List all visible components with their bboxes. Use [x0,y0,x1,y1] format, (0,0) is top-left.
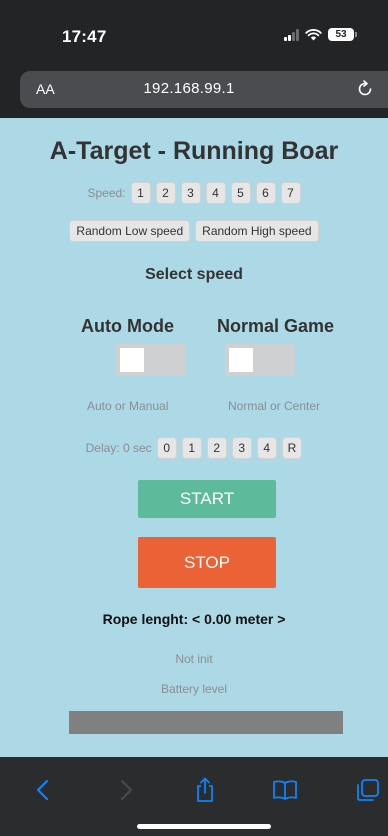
url-bar[interactable]: AA 192.168.99.1 [20,71,388,108]
speed-button-1[interactable]: 1 [130,182,151,204]
init-status: Not init [175,652,213,666]
page-title: A-Target - Running Boar [49,137,339,165]
normal-game-sub: Normal or Center [228,399,321,413]
status-time: 17:47 [62,27,107,46]
toggle-knob [120,348,144,372]
status-indicators: 53 [284,28,357,41]
auto-mode-sub: Auto or Manual [87,399,169,413]
bookmarks-icon[interactable] [272,777,298,803]
speed-label: Speed: [87,186,126,200]
speed-button-5[interactable]: 5 [230,182,251,204]
speed-row: Speed: 1 2 3 4 5 6 7 [0,182,388,204]
random-speed-row: Random Low speed Random High speed [0,220,388,242]
toggle-knob [229,348,253,372]
speed-button-4[interactable]: 4 [205,182,226,204]
battery-level-bar [69,711,343,734]
speed-button-6[interactable]: 6 [255,182,276,204]
share-icon[interactable] [192,777,218,803]
random-low-speed-button[interactable]: Random Low speed [69,220,191,242]
auto-mode-toggle[interactable] [116,344,186,376]
cellular-signal-icon [284,28,299,41]
normal-game-label: Normal Game [217,316,335,336]
forward-icon[interactable] [112,777,138,803]
select-speed-text: Select speed [145,266,243,283]
speed-button-2[interactable]: 2 [155,182,176,204]
delay-button-2[interactable]: 2 [206,437,227,459]
stop-button[interactable]: STOP [138,537,276,588]
delay-row: Delay: 0 sec 0 1 2 3 4 R [0,437,388,459]
rope-length-text: Rope lenght: < 0.00 meter > [102,611,286,627]
home-indicator [137,824,271,829]
battery-level-label: Battery level [160,682,228,696]
delay-button-4[interactable]: 4 [256,437,277,459]
url-text[interactable]: 192.168.99.1 [20,80,388,97]
delay-button-1[interactable]: 1 [181,437,202,459]
delay-button-3[interactable]: 3 [231,437,252,459]
speed-button-7[interactable]: 7 [280,182,301,204]
reload-icon[interactable] [356,80,374,98]
random-high-speed-button[interactable]: Random High speed [195,220,319,242]
start-button[interactable]: START [138,480,276,518]
web-page: A-Target - Running Boar Speed: 1 2 3 4 5… [0,118,388,757]
delay-label: Delay: 0 sec [85,441,152,455]
delay-button-0[interactable]: 0 [156,437,177,459]
back-icon[interactable] [31,777,57,803]
speed-button-3[interactable]: 3 [180,182,201,204]
tabs-icon[interactable] [355,777,381,803]
auto-mode-label: Auto Mode [81,316,174,336]
delay-button-random[interactable]: R [281,437,303,459]
normal-game-toggle[interactable] [225,344,295,376]
wifi-icon [305,28,322,40]
battery-icon: 53 [328,28,357,41]
status-bar: 17:47 53 [0,0,388,70]
